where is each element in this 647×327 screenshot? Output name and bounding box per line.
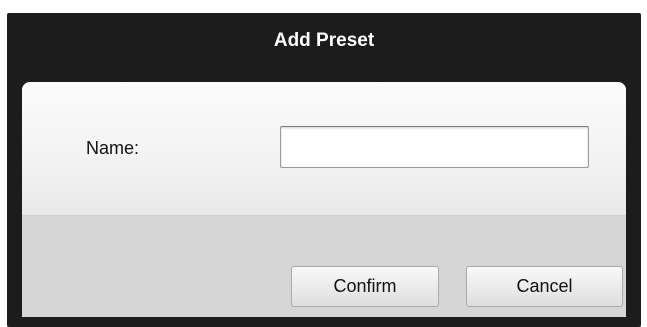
confirm-button[interactable]: Confirm [291,266,439,307]
dialog-body: Name: Confirm Cancel [22,82,626,317]
form-area: Name: [22,82,626,216]
name-label: Name: [86,138,140,158]
name-input[interactable] [280,126,589,168]
add-preset-dialog: Add Preset Name: Confirm Cancel [7,13,641,327]
button-area: Confirm Cancel [22,216,626,317]
cancel-button[interactable]: Cancel [466,266,623,307]
dialog-title: Add Preset [273,29,375,51]
